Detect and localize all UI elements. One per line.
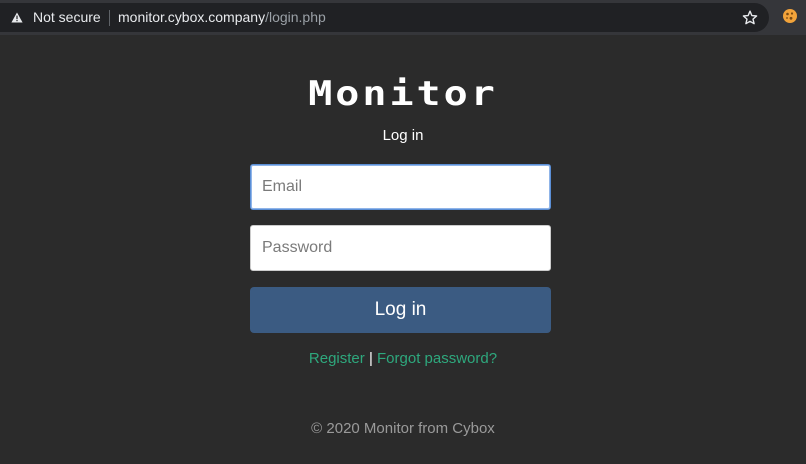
email-field[interactable] xyxy=(250,164,551,210)
warning-icon[interactable] xyxy=(11,12,23,23)
footer-copyright: © 2020 Monitor from Cybox xyxy=(311,420,495,437)
url-path: /login.php xyxy=(265,9,326,25)
register-link[interactable]: Register xyxy=(309,350,365,367)
security-status[interactable]: Not secure xyxy=(33,9,101,26)
extension-icon[interactable] xyxy=(782,8,798,24)
password-field[interactable] xyxy=(250,225,551,271)
login-page: Monitor Log in Log in Register | Forgot … xyxy=(0,35,806,464)
page-subtitle: Log in xyxy=(382,127,424,144)
address-bar[interactable]: Not secure monitor.cybox.company/login.p… xyxy=(0,3,769,32)
monitor-logo: Monitor xyxy=(308,74,498,114)
link-separator: | xyxy=(368,350,373,367)
url-host: monitor.cybox.company xyxy=(118,9,266,25)
address-bar-divider xyxy=(109,10,110,26)
url-text[interactable]: monitor.cybox.company/login.php xyxy=(118,9,326,26)
browser-toolbar: Not secure monitor.cybox.company/login.p… xyxy=(0,0,806,35)
login-button[interactable]: Log in xyxy=(250,287,551,333)
forgot-password-link[interactable]: Forgot password? xyxy=(377,350,497,367)
star-icon[interactable] xyxy=(742,10,758,26)
auth-links: Register | Forgot password? xyxy=(0,350,806,368)
